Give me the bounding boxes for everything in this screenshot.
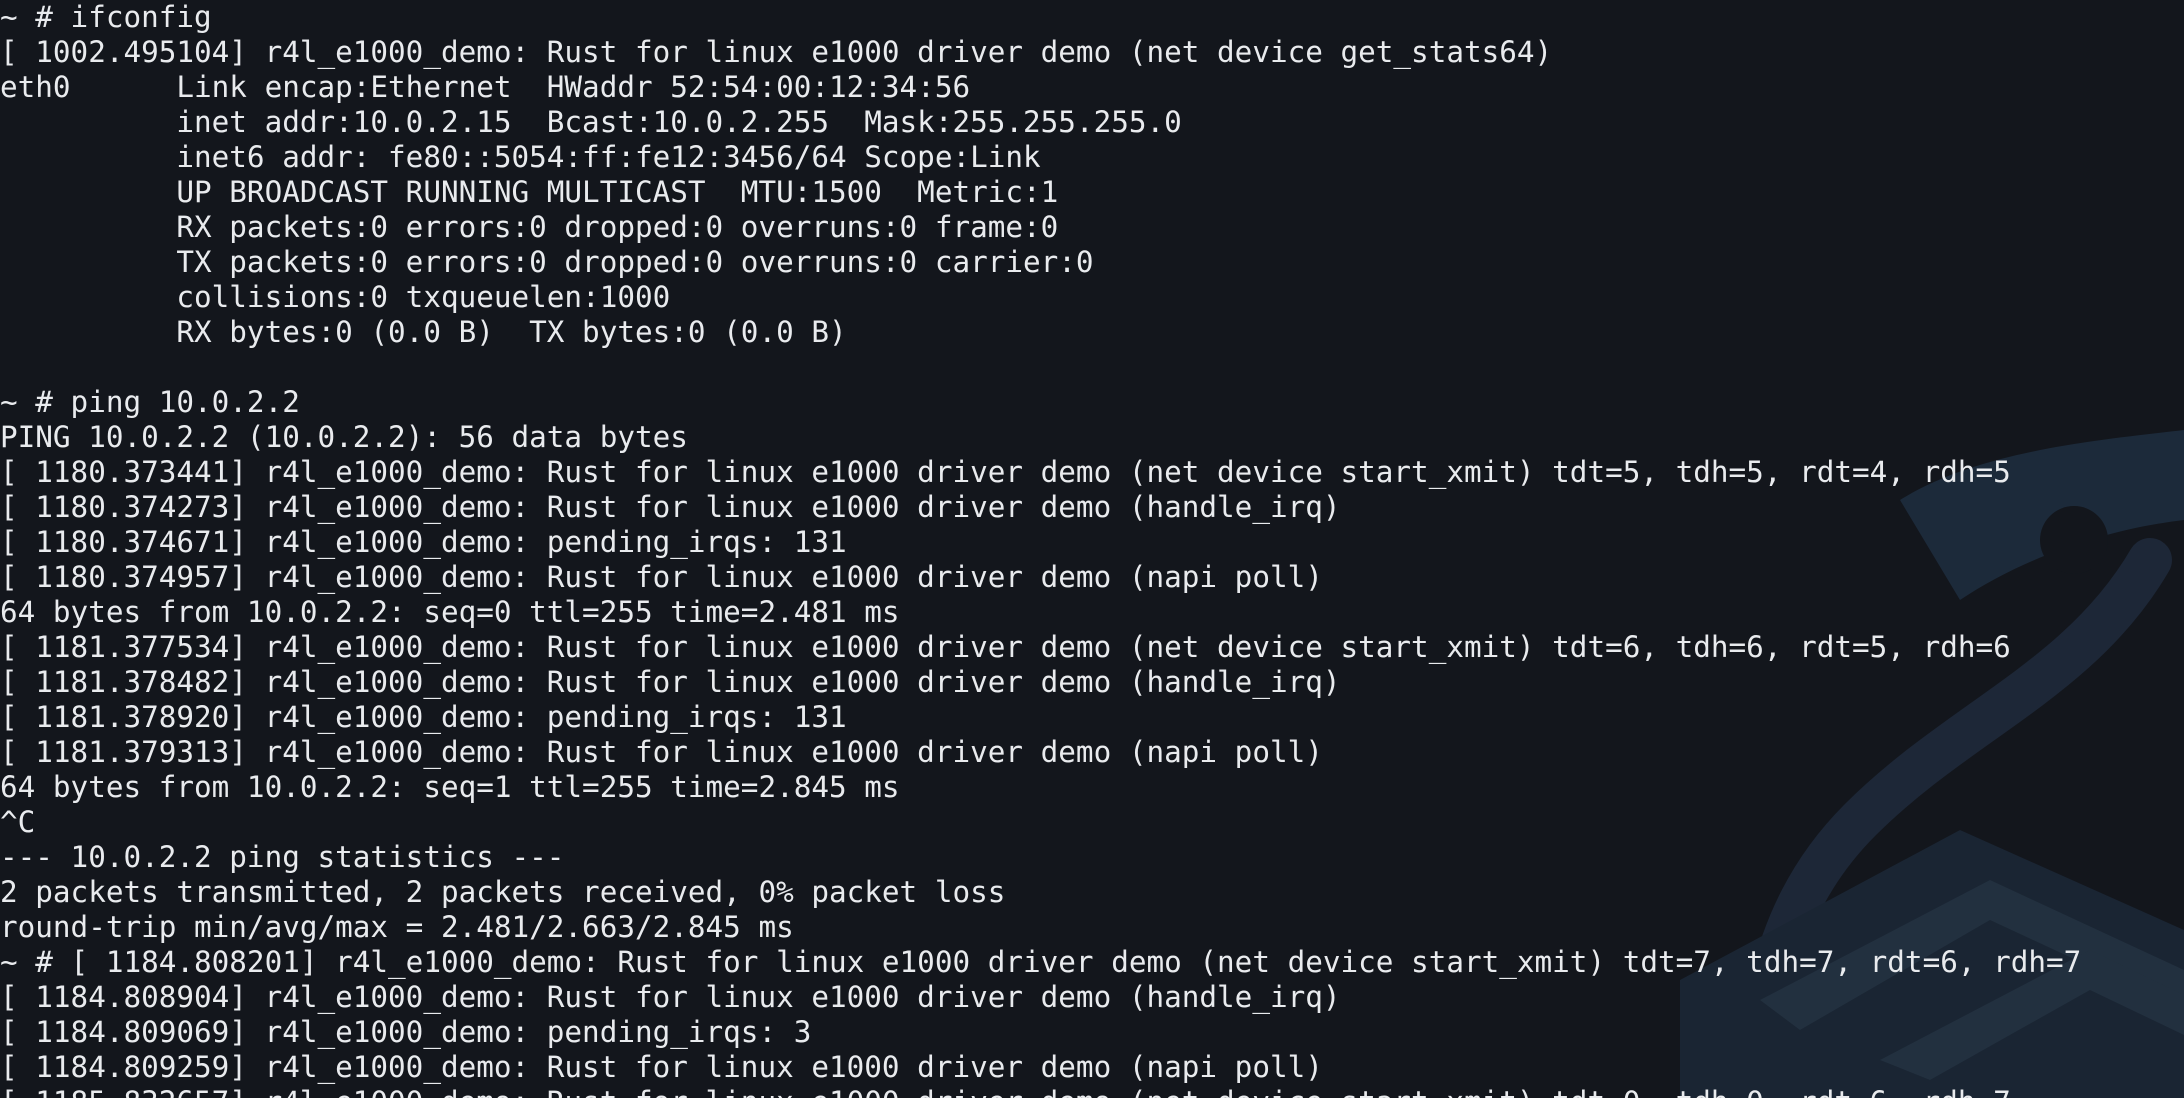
terminal-line: RX bytes:0 (0.0 B) TX bytes:0 (0.0 B) <box>0 315 847 349</box>
terminal-line: PING 10.0.2.2 (10.0.2.2): 56 data bytes <box>0 420 688 454</box>
terminal-line: [ 1184.809069] r4l_e1000_demo: pending_i… <box>0 1015 812 1049</box>
terminal-line: [ 1184.808904] r4l_e1000_demo: Rust for … <box>0 980 1341 1014</box>
terminal-line: TX packets:0 errors:0 dropped:0 overruns… <box>0 245 1094 279</box>
terminal-line: [ 1181.379313] r4l_e1000_demo: Rust for … <box>0 735 1323 769</box>
terminal-line: round-trip min/avg/max = 2.481/2.663/2.8… <box>0 910 794 944</box>
terminal-line: --- 10.0.2.2 ping statistics --- <box>0 840 565 874</box>
terminal-window[interactable]: ~ # ifconfig[ 1002.495104] r4l_e1000_dem… <box>0 0 2184 1098</box>
terminal-line: [ 1180.374273] r4l_e1000_demo: Rust for … <box>0 490 1341 524</box>
terminal-line: 64 bytes from 10.0.2.2: seq=0 ttl=255 ti… <box>0 595 900 629</box>
terminal-line: eth0 Link encap:Ethernet HWaddr 52:54:00… <box>0 70 1006 104</box>
terminal-line: [ 1185.832657] r4l_e1000_demo: Rust for … <box>0 1085 2184 1098</box>
terminal-line: [ 1181.378920] r4l_e1000_demo: pending_i… <box>0 700 847 734</box>
terminal-line: ~ # [ 1184.808201] r4l_e1000_demo: Rust … <box>0 945 2082 979</box>
terminal-line: UP BROADCAST RUNNING MULTICAST MTU:1500 … <box>0 175 1059 209</box>
terminal-line: inet6 addr: fe80::5054:ff:fe12:3456/64 S… <box>0 140 1041 174</box>
terminal-line: inet addr:10.0.2.15 Bcast:10.0.2.255 Mas… <box>0 105 1182 139</box>
terminal-line: ^C <box>0 805 36 839</box>
terminal-output[interactable]: ~ # ifconfig[ 1002.495104] r4l_e1000_dem… <box>0 0 2184 1098</box>
terminal-line: ~ # ifconfig <box>0 0 212 34</box>
terminal-line: collisions:0 txqueuelen:1000 <box>0 280 688 314</box>
terminal-line: RX packets:0 errors:0 dropped:0 overruns… <box>0 210 1059 244</box>
terminal-line: [ 1180.374671] r4l_e1000_demo: pending_i… <box>0 525 847 559</box>
terminal-line: [ 1181.378482] r4l_e1000_demo: Rust for … <box>0 665 1341 699</box>
terminal-line: [ 1180.373441] r4l_e1000_demo: Rust for … <box>0 455 2011 489</box>
terminal-line: [ 1181.377534] r4l_e1000_demo: Rust for … <box>0 630 2011 664</box>
terminal-line: [ 1002.495104] r4l_e1000_demo: Rust for … <box>0 35 1553 69</box>
terminal-line: 2 packets transmitted, 2 packets receive… <box>0 875 1006 909</box>
terminal-line: [ 1180.374957] r4l_e1000_demo: Rust for … <box>0 560 1323 594</box>
terminal-line: ~ # ping 10.0.2.2 <box>0 385 300 419</box>
terminal-line: [ 1184.809259] r4l_e1000_demo: Rust for … <box>0 1050 1323 1084</box>
terminal-line: 64 bytes from 10.0.2.2: seq=1 ttl=255 ti… <box>0 770 900 804</box>
